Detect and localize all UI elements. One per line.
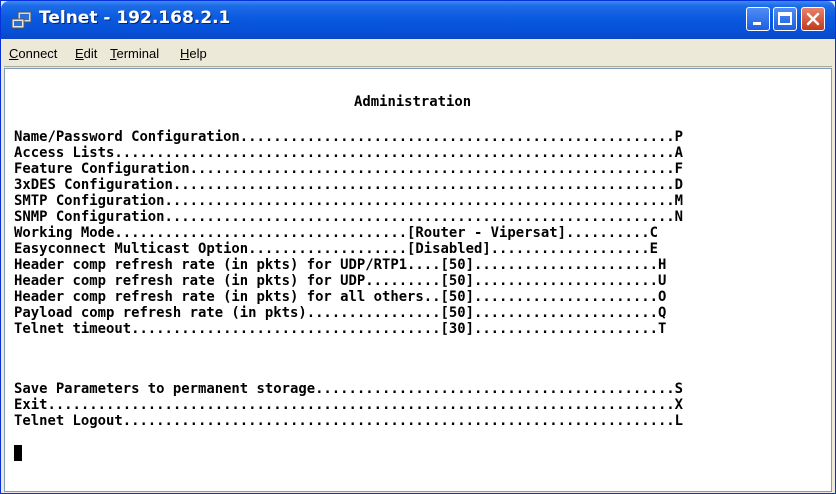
option-easyconnect-multicast: Easyconnect Multicast Option............… xyxy=(14,241,658,257)
option-header-comp-others: Header comp refresh rate (in pkts) for a… xyxy=(14,289,667,305)
action-exit: Exit....................................… xyxy=(14,397,684,413)
action-telnet-logout: Telnet Logout...........................… xyxy=(14,413,684,429)
telnet-icon xyxy=(11,11,32,29)
option-3xdes-config: 3xDES Configuration.....................… xyxy=(14,177,684,193)
close-button[interactable] xyxy=(801,7,825,31)
menu-help[interactable]: Help xyxy=(180,46,207,61)
option-name-password: Name/Password Configuration.............… xyxy=(14,129,684,145)
title-bar[interactable]: Telnet - 192.168.2.1 xyxy=(1,1,835,39)
option-working-mode: Working Mode............................… xyxy=(14,225,658,241)
screen-title: Administration xyxy=(354,94,472,110)
maximize-icon xyxy=(778,12,792,25)
action-save-parameters: Save Parameters to permanent storage....… xyxy=(14,381,684,397)
option-header-comp-udp: Header comp refresh rate (in pkts) for U… xyxy=(14,273,667,289)
terminal-screen[interactable]: Administration Name/Password Configurati… xyxy=(4,68,832,492)
menu-terminal[interactable]: Terminal xyxy=(110,46,159,61)
telnet-window: Telnet - 192.168.2.1 Connect Edit Termin… xyxy=(0,0,836,494)
option-payload-comp: Payload comp refresh rate (in pkts).....… xyxy=(14,305,667,321)
minimize-button[interactable] xyxy=(746,7,770,31)
menu-connect[interactable]: Connect xyxy=(9,46,57,61)
option-smtp-config: SMTP Configuration......................… xyxy=(14,193,684,209)
maximize-button[interactable] xyxy=(773,7,797,31)
option-telnet-timeout: Telnet timeout..........................… xyxy=(14,321,667,337)
menu-edit[interactable]: Edit xyxy=(75,46,97,61)
option-feature-config: Feature Configuration...................… xyxy=(14,161,684,177)
window-title: Telnet - 192.168.2.1 xyxy=(39,8,231,28)
menu-bar: Connect Edit Terminal Help xyxy=(4,42,832,67)
option-snmp-config: SNMP Configuration......................… xyxy=(14,209,684,225)
terminal-cursor xyxy=(14,445,22,461)
close-icon xyxy=(806,12,820,26)
option-header-comp-rtp1: Header comp refresh rate (in pkts) for U… xyxy=(14,257,667,273)
option-access-lists: Access Lists............................… xyxy=(14,145,684,161)
minimize-icon xyxy=(753,22,761,25)
